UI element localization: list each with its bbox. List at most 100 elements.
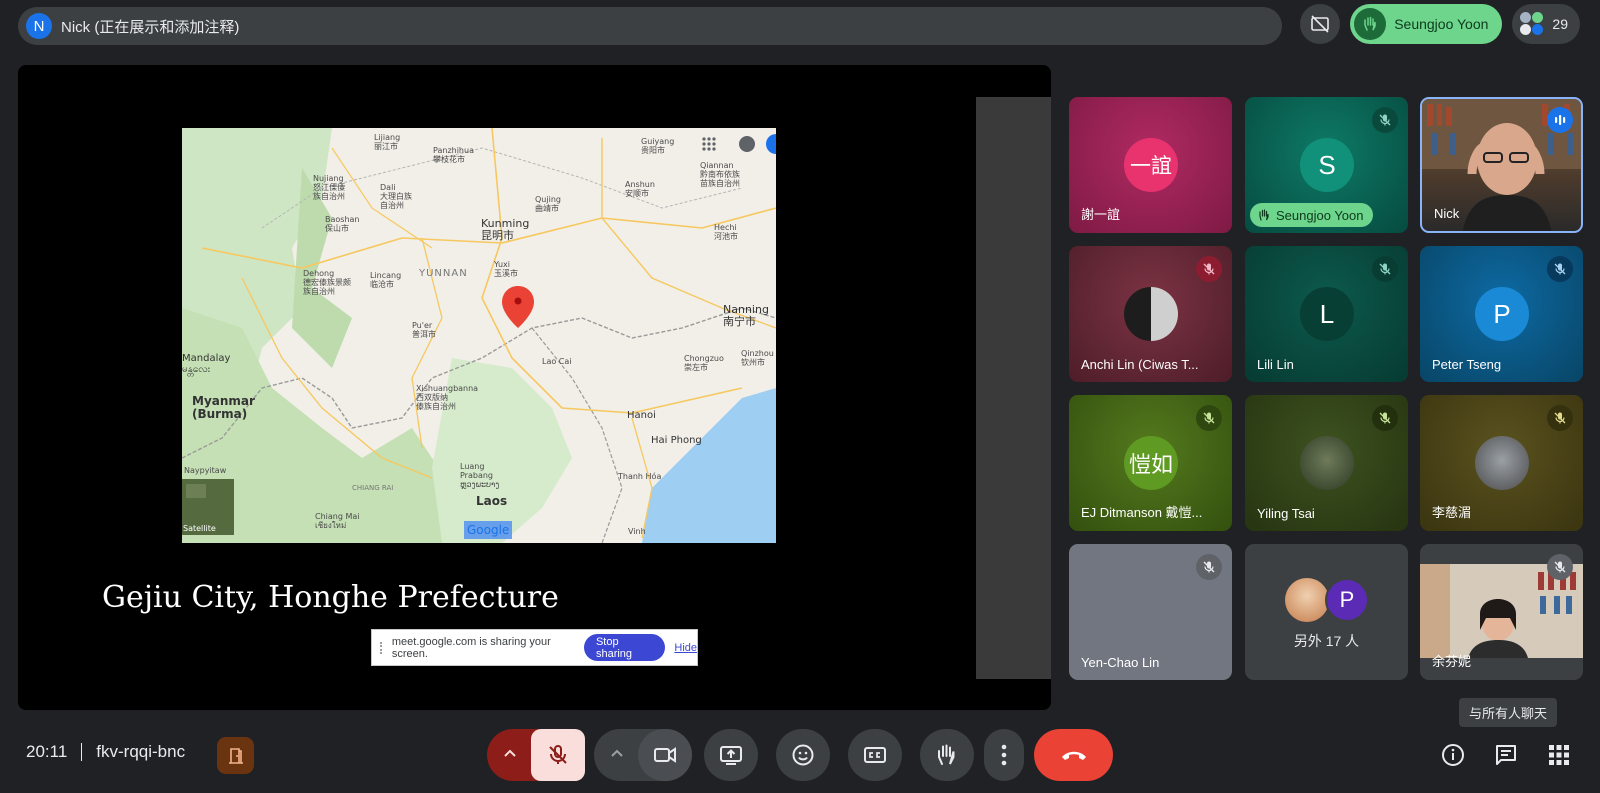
participants-button[interactable]: 29 <box>1512 4 1580 44</box>
map-label: Lijiang 丽江市 <box>374 133 400 151</box>
map-label: Nujiang 怒江傈僳族自治州 <box>313 174 345 201</box>
avatar <box>1300 436 1354 490</box>
end-call-icon <box>1061 751 1086 760</box>
map-label: Qujing 曲靖市 <box>535 195 561 213</box>
map-label: Hanoi <box>627 410 656 421</box>
screen-share-notice: meet.google.com is sharing your screen. … <box>371 629 698 666</box>
google-logo: Google <box>467 523 509 537</box>
avatar: S <box>1300 138 1354 192</box>
meeting-details-button[interactable] <box>1431 733 1475 777</box>
info-icon <box>1442 744 1464 766</box>
stop-sharing-button[interactable]: Stop sharing <box>583 634 666 661</box>
map-label: Naypyitaw <box>184 466 227 475</box>
chat-icon <box>1496 745 1516 765</box>
chat-button[interactable] <box>1484 733 1528 777</box>
raised-hand-label: Seungjoo Yoon <box>1250 203 1374 227</box>
satellite-label: Satellite <box>183 524 216 533</box>
participant-name: Nick <box>1434 206 1460 221</box>
map-label: Lao Cai <box>542 357 572 366</box>
raise-hand-button[interactable] <box>920 729 974 781</box>
meeting-code: fkv-rqqi-bnc <box>96 742 186 761</box>
meeting-info: 20:11 fkv-rqqi-bnc <box>26 742 185 762</box>
avatar <box>1285 578 1329 622</box>
mic-off-icon <box>1547 256 1573 282</box>
participant-tile[interactable]: L Lili Lin <box>1245 246 1408 382</box>
mic-off-icon <box>1547 554 1573 580</box>
participant-tile[interactable]: 李慈湄 <box>1420 395 1583 531</box>
hide-self-view-button[interactable] <box>1300 4 1341 44</box>
participant-tile[interactable]: Yiling Tsai <box>1245 395 1408 531</box>
others-tile[interactable]: P 另外 17 人 <box>1245 544 1408 680</box>
host-controls-button[interactable] <box>217 737 254 774</box>
participant-tile[interactable]: Anchi Lin (Ciwas T... <box>1069 246 1232 382</box>
mic-off-icon <box>1196 405 1222 431</box>
participant-name: 余芬妮 <box>1432 654 1472 669</box>
map-label: Laos <box>476 494 507 508</box>
emoji-icon <box>792 744 814 766</box>
participant-tile[interactable]: P Peter Tseng <box>1420 246 1583 382</box>
camera-toggle-button[interactable] <box>638 729 692 781</box>
top-right-controls: Seungjoo Yoon 29 <box>1300 4 1580 44</box>
map-label: Hai Phong <box>651 435 702 446</box>
mic-off-icon <box>1372 405 1398 431</box>
chevron-up-icon[interactable] <box>608 745 626 763</box>
camera-group <box>594 729 692 781</box>
hand-icon <box>1259 209 1269 221</box>
clock: 20:11 <box>26 742 68 761</box>
participants-icon <box>1520 12 1544 36</box>
participant-name: Peter Tseng <box>1432 357 1502 372</box>
participant-name: EJ Ditmanson 戴愷... <box>1081 505 1203 520</box>
map-label: Myanmar (Burma) <box>192 394 255 421</box>
map-label: YUNNAN <box>418 268 468 279</box>
chevron-up-icon[interactable] <box>501 745 519 763</box>
participant-tile[interactable]: Yen-Chao Lin <box>1069 544 1232 680</box>
raised-hand-chip[interactable]: Seungjoo Yoon <box>1350 4 1503 44</box>
participant-tile[interactable]: 一誼 謝一誼 <box>1069 97 1232 233</box>
avatar <box>1475 436 1529 490</box>
raised-hand-name: Seungjoo Yoon <box>1394 16 1489 32</box>
avatar: L <box>1300 287 1354 341</box>
chat-tooltip: 与所有人聊天 <box>1459 698 1558 727</box>
mic-toggle-button[interactable] <box>531 729 585 781</box>
participant-tile[interactable]: Nick <box>1420 97 1583 233</box>
participant-name: Anchi Lin (Ciwas T... <box>1081 357 1199 372</box>
shared-screen-side <box>976 97 1051 679</box>
map-label: Vinh <box>628 527 646 536</box>
mic-off-icon <box>1196 554 1222 580</box>
share-message: meet.google.com is sharing your screen. <box>391 635 551 660</box>
map-label: Hechi 河池市 <box>714 223 738 241</box>
map-label: CHIANG RAI <box>352 484 393 492</box>
more-icon <box>1001 744 1007 766</box>
video-off-grid-icon <box>1311 15 1330 33</box>
mic-group <box>487 729 585 781</box>
divider <box>81 743 83 761</box>
participant-tile[interactable]: S Seungjoo Yoon <box>1245 97 1408 233</box>
participant-name: Yiling Tsai <box>1257 506 1315 521</box>
participant-tile[interactable]: 余芬妮 <box>1420 544 1583 680</box>
others-count: 另外 17 人 <box>1293 633 1360 649</box>
mic-off-icon <box>1372 256 1398 282</box>
present-icon <box>720 746 742 765</box>
more-options-button[interactable] <box>984 729 1024 781</box>
presenter-avatar: N <box>26 13 52 39</box>
presenter-label: Nick (正在展示和添加注释) <box>61 18 240 36</box>
camera-icon <box>654 747 676 763</box>
hide-link[interactable]: Hide <box>674 642 697 654</box>
present-button[interactable] <box>704 729 758 781</box>
captions-button[interactable] <box>848 729 902 781</box>
reactions-button[interactable] <box>776 729 830 781</box>
leave-call-button[interactable] <box>1034 729 1113 781</box>
drag-handle-icon[interactable] <box>380 641 384 654</box>
participant-name: Yen-Chao Lin <box>1081 655 1160 670</box>
presenter-bar[interactable]: N Nick (正在展示和添加注释) <box>18 7 1282 45</box>
door-icon <box>228 747 243 764</box>
avatar: 愷如 <box>1124 436 1178 490</box>
activities-icon <box>1549 745 1569 765</box>
slide-caption: Gejiu City, Honghe Prefecture <box>102 580 559 615</box>
mic-off-icon <box>1372 107 1398 133</box>
participant-name: 李慈湄 <box>1432 505 1472 520</box>
activities-button[interactable] <box>1537 733 1581 777</box>
participant-count: 29 <box>1552 16 1568 32</box>
avatar: P <box>1325 578 1369 622</box>
participant-tile[interactable]: 愷如 EJ Ditmanson 戴愷... <box>1069 395 1232 531</box>
